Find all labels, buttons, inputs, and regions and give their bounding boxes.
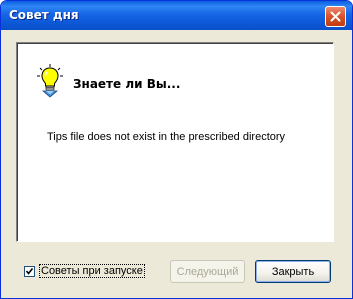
tip-heading: Знаете ли Вы...: [73, 77, 181, 91]
show-tips-checkbox[interactable]: [24, 265, 35, 277]
close-icon: [330, 11, 341, 22]
close-button[interactable]: Закрыть: [255, 260, 331, 283]
tip-panel: Знаете ли Вы... Tips file does not exist…: [16, 42, 334, 242]
checkmark-icon: [25, 267, 34, 275]
next-tip-button[interactable]: Следующий: [170, 260, 245, 283]
tip-text: Tips file does not exist in the prescrib…: [47, 131, 286, 143]
title-bar[interactable]: Совет дня: [1, 1, 352, 30]
window-title: Совет дня: [9, 8, 79, 22]
tip-of-the-day-dialog: Совет дня Знаете ли Вы... Tips file does…: [0, 0, 353, 299]
show-tips-on-startup-option[interactable]: Советы при запуске: [24, 263, 145, 279]
window-close-button[interactable]: [325, 6, 346, 27]
show-tips-label[interactable]: Советы при запуске: [39, 264, 145, 278]
lightbulb-icon: [37, 64, 63, 98]
